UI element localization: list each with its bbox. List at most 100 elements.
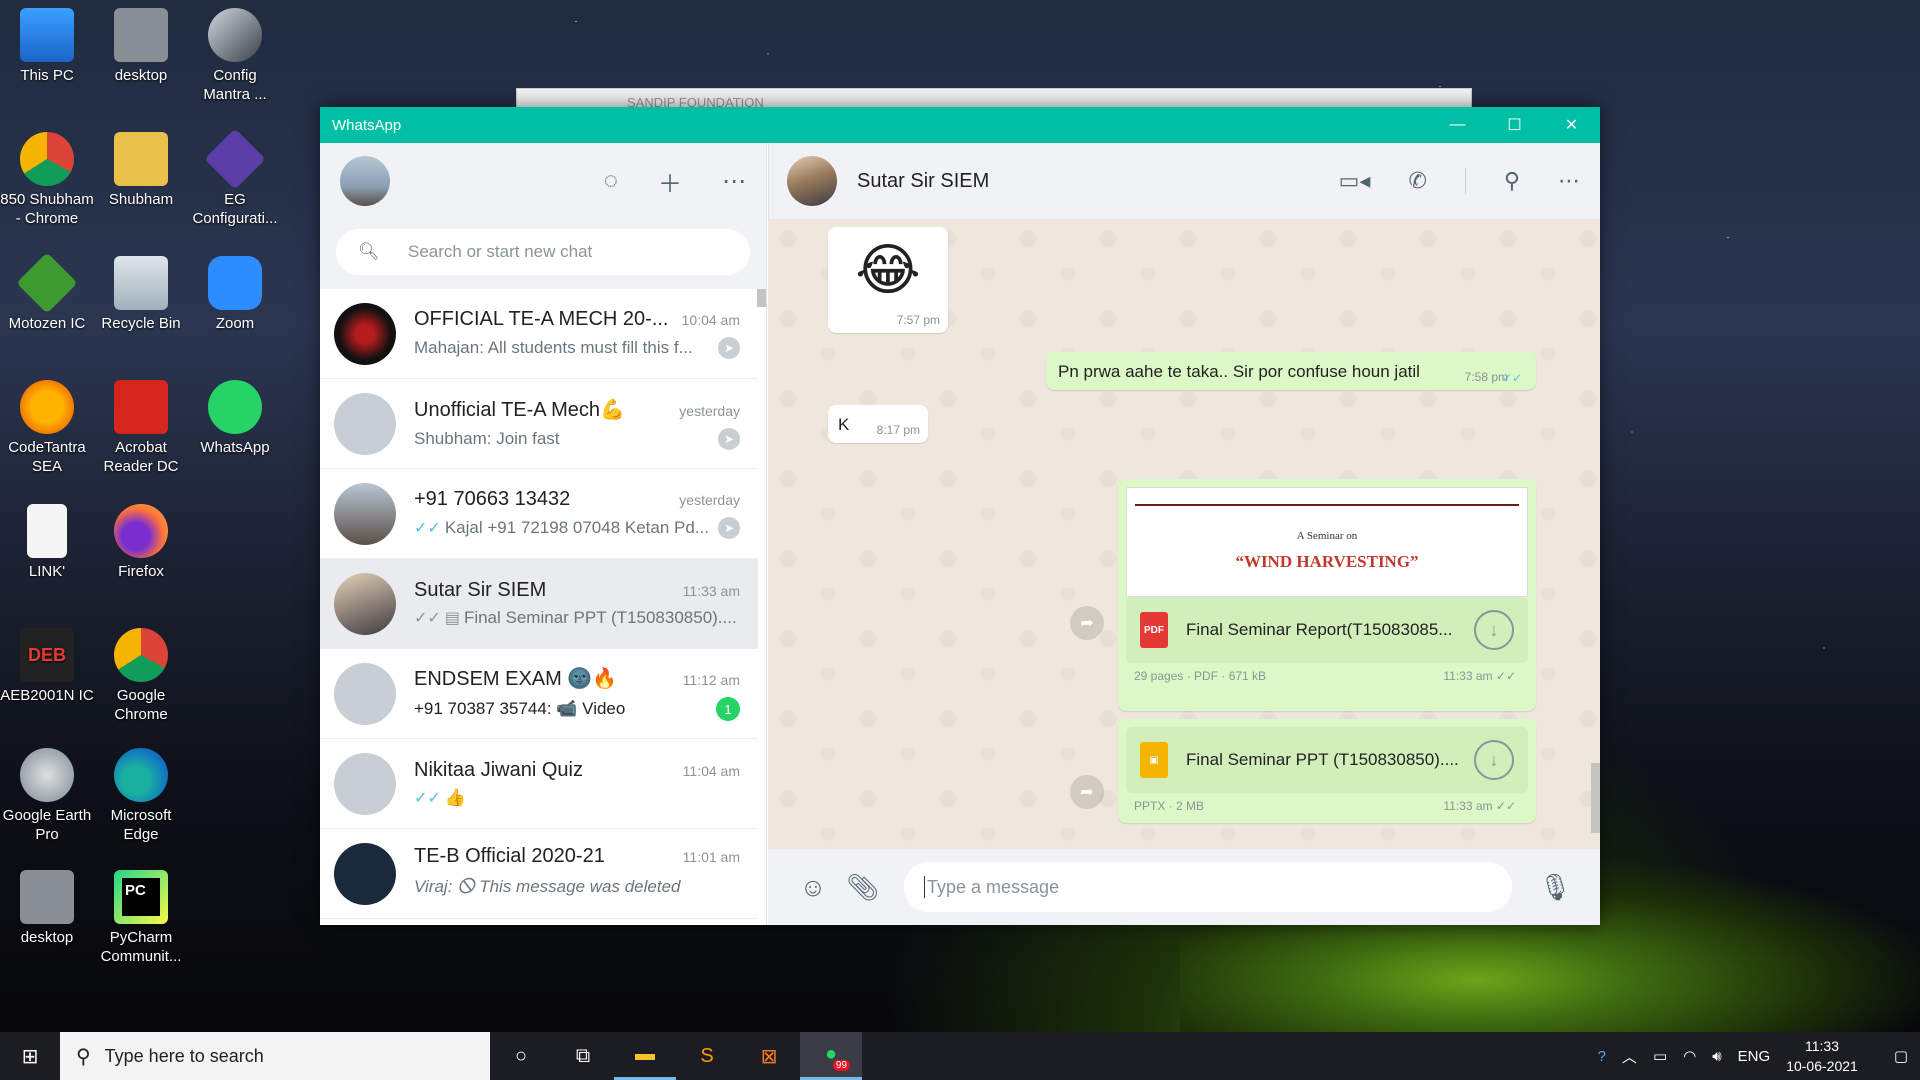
menu-dots-icon[interactable]: ⋯ — [722, 167, 746, 196]
video-call-icon[interactable]: ▭◂ — [1339, 168, 1371, 194]
maximize-button[interactable]: ☐ — [1486, 107, 1543, 143]
desktop-icon-codetantra[interactable]: CodeTantra SEA — [0, 380, 94, 476]
document-message-pptx[interactable]: ▣ Final Seminar PPT (T150830850).... ↓ P… — [1118, 719, 1536, 823]
desktop-icon-acrobat[interactable]: Acrobat Reader DC — [94, 380, 188, 476]
search-bar: 🔍︎ Search or start new chat — [320, 219, 766, 289]
desktop-icon-config-mantra[interactable]: Config Mantra ... — [188, 8, 282, 104]
desktop-icon-shubham[interactable]: Shubham — [94, 132, 188, 209]
chat-preview: +91 70387 35744: 📹 Video — [414, 699, 626, 718]
minimize-button[interactable]: — — [1429, 107, 1486, 143]
eg-icon — [204, 128, 266, 190]
battery-icon[interactable]: ▭ — [1653, 1047, 1667, 1065]
desktop-icon-this-pc[interactable]: This PC — [0, 8, 94, 85]
desktop-icon-recycle-bin[interactable]: Recycle Bin — [94, 256, 188, 333]
desktop-icon-pycharm[interactable]: PC PyCharm Communit... — [94, 870, 188, 966]
download-icon[interactable]: ↓ — [1474, 610, 1514, 650]
chat-preview: Final Seminar PPT (T150830850).... — [463, 608, 737, 627]
message-area[interactable]: 😂 7:57 pm Pn prwa aahe te taka.. Sir por… — [768, 219, 1600, 849]
forward-icon[interactable]: ➦ — [1070, 606, 1104, 640]
chat-item[interactable]: Nikitaa Jiwani Quiz 11:04 am ✓✓ 👍 — [320, 739, 758, 829]
document-message-pdf[interactable]: A Seminar on “WIND HARVESTING” PDF Final… — [1118, 479, 1536, 711]
chat-time: 11:04 am — [682, 763, 740, 779]
desktop-icon-chrome-shubham[interactable]: 850 Shubham - Chrome — [0, 132, 94, 228]
taskbar-search[interactable]: ⚲ Type here to search — [60, 1032, 490, 1080]
document-meta: PPTX · 2 MB — [1134, 799, 1205, 813]
compose-bar: ☺ 📎︎ Type a message 🎙︎ — [768, 849, 1600, 925]
status-icon[interactable]: ◌ — [604, 167, 618, 195]
desktop-icon-firefox[interactable]: Firefox — [94, 504, 188, 581]
language-indicator[interactable]: ENG — [1738, 1048, 1771, 1065]
sidebar-header: ◌ ＋ ⋯ — [320, 143, 766, 219]
desktop-icon-eg-config[interactable]: EG Configurati... — [188, 128, 282, 228]
conversation-scrollbar[interactable] — [1591, 763, 1600, 833]
chat-item[interactable]: ENDSEM EXAM 🌚🔥 11:12 am +91 70387 35744: … — [320, 649, 758, 739]
read-ticks-icon: ✓✓ — [414, 520, 441, 537]
chat-preview: 👍 — [444, 788, 466, 807]
chat-item[interactable]: Unofficial TE-A Mech💪 yesterday Shubham: … — [320, 379, 758, 469]
volume-icon[interactable]: 🔊︎ — [1712, 1048, 1721, 1065]
chat-name: TE-B Official 2020-21 — [414, 844, 605, 867]
title-bar[interactable]: WhatsApp — ☐ ✕ — [320, 107, 1600, 143]
desktop-icon-edge[interactable]: Microsoft Edge — [94, 748, 188, 844]
sublime-icon[interactable]: S — [676, 1032, 738, 1080]
document-attachment[interactable]: ▣ Final Seminar PPT (T150830850).... ↓ — [1126, 727, 1528, 793]
desktop-icon-google-chrome[interactable]: Google Chrome — [94, 628, 188, 724]
help-icon[interactable]: ? — [1598, 1048, 1606, 1065]
chevron-up-icon[interactable]: ︿ — [1622, 1046, 1637, 1067]
desktop-icon-whatsapp[interactable]: WhatsApp — [188, 380, 282, 457]
clock[interactable]: 11:33 10-06-2021 — [1786, 1036, 1858, 1076]
document-icon — [27, 504, 67, 558]
desktop-icon-desktop[interactable]: desktop — [94, 8, 188, 85]
document-meta: 29 pages · PDF · 671 kB — [1134, 669, 1267, 683]
desktop-icon-desktop-2[interactable]: desktop — [0, 870, 94, 947]
voice-call-icon[interactable]: ✆ — [1408, 168, 1426, 194]
chat-item[interactable]: OFFICIAL TE-A MECH 20-... 10:04 am Mahaja… — [320, 289, 758, 379]
chat-item[interactable]: TE-B Official 2020-21 11:01 am Viraj: 🛇 T… — [320, 829, 758, 919]
message-input[interactable]: Type a message — [904, 862, 1512, 912]
whatsapp-taskbar-icon[interactable]: ● 99 — [800, 1032, 862, 1080]
windows-start-icon[interactable]: ⊞ — [0, 1032, 60, 1080]
incoming-message[interactable]: K 8:17 pm — [828, 405, 928, 443]
emoji-icon[interactable]: ☺ — [788, 872, 838, 903]
new-chat-icon[interactable]: ＋ — [658, 164, 682, 199]
emoji-message[interactable]: 😂 7:57 pm — [828, 227, 948, 333]
motozen-icon — [16, 252, 78, 314]
chat-item-selected[interactable]: Sutar Sir SIEM 11:33 am ✓✓ ▤ Final Seminar … — [320, 559, 758, 649]
chat-item[interactable]: +91 70663 13432 yesterday ✓✓ Kajal +91 721… — [320, 469, 758, 559]
menu-dots-icon[interactable]: ⋯ — [1558, 168, 1580, 194]
task-view-icon[interactable]: ⧉ — [552, 1032, 614, 1080]
close-button[interactable]: ✕ — [1543, 107, 1600, 143]
chat-preview: Kajal +91 72198 07048 Ketan Pd... — [444, 518, 710, 537]
desktop-icon-aeb2001n[interactable]: DEB AEB2001N IC — [0, 628, 94, 705]
chat-time: yesterday — [679, 492, 740, 508]
document-attachment[interactable]: PDF Final Seminar Report(T15083085... ↓ — [1126, 597, 1528, 663]
group-avatar-icon — [334, 662, 396, 725]
firefox-icon — [114, 504, 168, 558]
download-icon[interactable]: ↓ — [1474, 740, 1514, 780]
search-input[interactable]: 🔍︎ Search or start new chat — [336, 229, 750, 275]
sidebar-scrollbar[interactable] — [757, 289, 766, 307]
file-explorer-icon[interactable]: ▬ — [614, 1032, 676, 1080]
pycharm-icon: PC — [114, 870, 168, 924]
desktop-icon-link[interactable]: LINK' — [0, 504, 94, 581]
message-text: K — [838, 415, 850, 434]
earth-icon — [20, 748, 74, 802]
forward-icon[interactable]: ➦ — [1070, 775, 1104, 809]
cortana-icon[interactable]: ○ — [490, 1032, 552, 1080]
desktop-icon-motozen[interactable]: Motozen IC — [0, 252, 94, 333]
notifications-icon[interactable]: ▢ — [1894, 1047, 1908, 1065]
message-time: 11:33 am — [1443, 669, 1493, 683]
wifi-icon[interactable]: ◠ — [1683, 1047, 1696, 1065]
microphone-icon[interactable]: 🎙︎ — [1530, 872, 1580, 903]
desktop-icon-zoom[interactable]: Zoom — [188, 256, 282, 333]
my-profile-avatar[interactable] — [340, 156, 390, 206]
outgoing-message[interactable]: Pn prwa aahe te taka.. Sir por confuse h… — [1046, 352, 1536, 390]
contact-avatar[interactable] — [787, 156, 837, 206]
conversation-header[interactable]: Sutar Sir SIEM ▭◂ ✆ ⚲ ⋯ — [768, 143, 1600, 219]
xampp-icon[interactable]: ⊠ — [738, 1032, 800, 1080]
search-icon[interactable]: ⚲ — [1504, 168, 1520, 194]
desktop-icon-google-earth[interactable]: Google Earth Pro — [0, 748, 94, 844]
attach-icon[interactable]: 📎︎ — [838, 872, 888, 903]
message-text: Pn prwa aahe te taka.. Sir por confuse h… — [1058, 362, 1420, 381]
chat-preview: Shubham: Join fast — [414, 429, 560, 448]
